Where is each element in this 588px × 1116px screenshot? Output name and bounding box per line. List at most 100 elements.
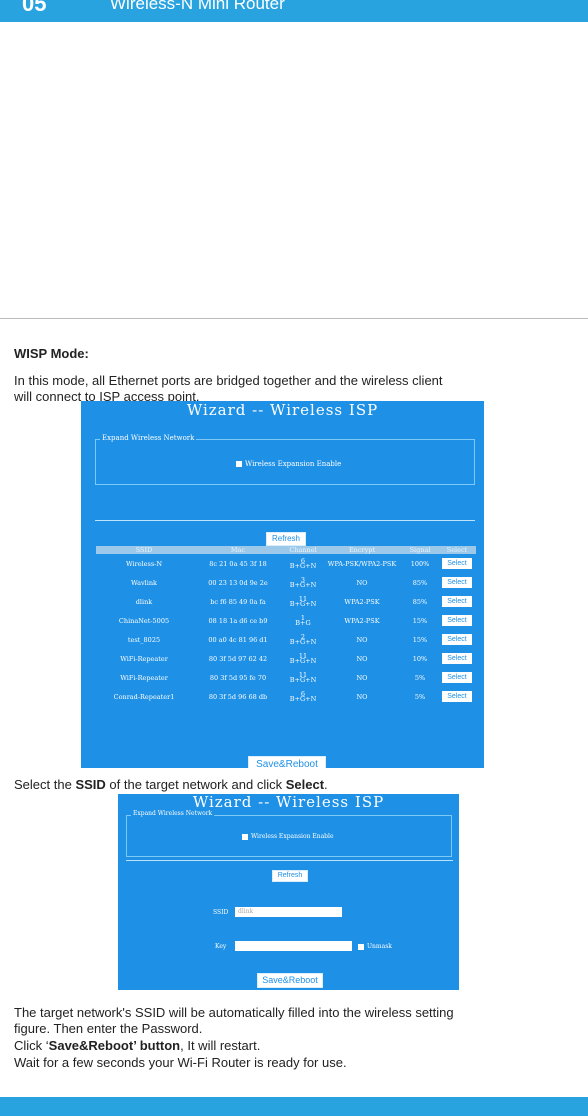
wait-line: Wait for a few seconds your Wi-Fi Router… xyxy=(14,1055,347,1070)
cell-select: Select xyxy=(438,630,476,649)
expansion-enable[interactable]: Wireless Expansion Enable xyxy=(236,460,341,468)
col-encrypt: Encrypt xyxy=(322,546,402,554)
cell-mac: 80 3f 5d 97 62 42 xyxy=(208,654,268,663)
wizard-title: Wizard -- Wireless ISP xyxy=(192,794,385,811)
expand-network-fieldset: Expand Wireless Network Wireless Expansi… xyxy=(126,810,452,857)
cell-select: Select xyxy=(438,592,476,611)
cell-channel: 11 B+G+N xyxy=(284,592,322,611)
header-title: Wireless-N Mini Router xyxy=(110,0,285,13)
network-table: SSID Mac Channel Encrypt Signal Select W… xyxy=(96,546,476,706)
cell-signal: 85% xyxy=(412,578,428,587)
cell-ssid: test_8025 xyxy=(127,635,161,644)
cell-mac: 80 3f 5d 96 68 db xyxy=(208,692,268,701)
unmask-checkbox[interactable] xyxy=(358,943,364,950)
cell-encrypt: NO xyxy=(356,673,368,682)
cell-ssid: WiFi-Repeater xyxy=(120,673,168,682)
expansion-enable[interactable]: Wireless Expansion Enable xyxy=(242,833,334,840)
select-button[interactable]: Select xyxy=(442,558,472,569)
fieldset-legend: Expand Wireless Network xyxy=(100,434,197,442)
table-row: WiFi-Repeater 80 3f 5d 95 fe 70 11 B+G+N NO 5… xyxy=(96,668,476,687)
text-part: Click ‘ xyxy=(14,1038,49,1053)
ssid-label: SSID xyxy=(213,909,229,916)
cell-channel: 11 B+G+N xyxy=(284,649,322,668)
cell-signal: 10% xyxy=(412,654,428,663)
cell-encrypt: NO xyxy=(356,692,368,701)
unmask-toggle[interactable]: Unmask xyxy=(358,943,392,950)
cell-encrypt: WPA-PSK/WPA2-PSK xyxy=(327,559,397,568)
after-line-1: The target network's SSID will be automa… xyxy=(14,1005,454,1020)
cell-channel: 2 B+G+N xyxy=(284,630,322,649)
table-row: Wavlink 00 23 13 0d 9e 2e 3 B+G+N NO 85% Selec… xyxy=(96,573,476,592)
cell-mac: 08 18 1a d6 ce b9 xyxy=(208,616,268,625)
cell-ssid: ChinaNet-5005 xyxy=(118,616,170,625)
cell-ssid: WiFi-Repeater xyxy=(120,654,168,663)
cell-channel: 1 B+G xyxy=(284,611,322,630)
select-button[interactable]: Select xyxy=(442,615,472,626)
table-row: ChinaNet-5005 08 18 1a d6 ce b9 1 B+G WPA2-P… xyxy=(96,611,476,630)
col-signal: Signal xyxy=(402,546,438,554)
bold-ssid: SSID xyxy=(75,777,106,792)
table-row: WiFi-Repeater 80 3f 5d 97 62 42 11 B+G+N NO 1… xyxy=(96,649,476,668)
wizard-screenshot-ssid-form: Wizard -- Wireless ISP Expand Wireless N… xyxy=(118,794,459,990)
channel-band: B+G+N xyxy=(289,637,317,646)
select-instruction: Select the SSID of the target network an… xyxy=(14,776,328,793)
cell-mac: bc f6 85 49 0a fa xyxy=(210,597,266,606)
wizard-title: Wizard -- Wireless ISP xyxy=(186,401,379,419)
enable-label: Wireless Expansion Enable xyxy=(251,833,334,840)
cell-encrypt: WPA2-PSK xyxy=(344,597,380,606)
cell-select: Select xyxy=(438,554,476,573)
channel-band: B+G+N xyxy=(289,561,317,570)
cell-channel: 3 B+G+N xyxy=(284,573,322,592)
channel-band: B+G+N xyxy=(289,599,317,608)
select-button[interactable]: Select xyxy=(442,691,472,702)
wizard-screenshot-scan-list: Wizard -- Wireless ISP Expand Wireless N… xyxy=(81,401,484,768)
save-reboot-button[interactable]: Save&Reboot xyxy=(257,973,323,988)
text-part: . xyxy=(324,777,328,792)
ssid-input[interactable]: dlink xyxy=(235,907,342,917)
page-footer xyxy=(0,1097,588,1116)
after-line-2: figure. Then enter the Password. xyxy=(14,1021,203,1036)
key-input[interactable] xyxy=(235,941,352,951)
enable-checkbox[interactable] xyxy=(236,461,242,467)
select-button[interactable]: Select xyxy=(442,634,472,645)
chapter-number: 05 xyxy=(22,0,47,16)
table-row: Conrad-Repeater1 80 3f 5d 96 68 db 6 B+G+N N… xyxy=(96,687,476,706)
cell-signal: 15% xyxy=(412,616,428,625)
text-part: of the target network and click xyxy=(105,777,286,792)
cell-signal: 100% xyxy=(410,559,430,568)
cell-ssid: Conrad-Repeater1 xyxy=(113,692,175,701)
intro-line-1: In this mode, all Ethernet ports are bri… xyxy=(14,373,443,388)
col-channel: Channel xyxy=(284,546,322,554)
table-row: Wireless-N 8c 21 0a 45 3f 18 6 B+G+N WPA-PSK… xyxy=(96,554,476,573)
cell-select: Select xyxy=(438,668,476,687)
select-button[interactable]: Select xyxy=(442,596,472,607)
unmask-label: Unmask xyxy=(367,943,392,950)
section-heading: WISP Mode: xyxy=(14,346,89,361)
key-label: Key xyxy=(215,943,227,950)
cell-mac: 80 3f 5d 95 fe 70 xyxy=(209,673,267,682)
table-row: test_8025 00 a0 4c 81 96 d1 2 B+G+N NO 15% Sel… xyxy=(96,630,476,649)
save-reboot-button[interactable]: Save&Reboot xyxy=(248,756,326,768)
select-button[interactable]: Select xyxy=(442,672,472,683)
cell-ssid: Wavlink xyxy=(131,578,157,587)
enable-checkbox[interactable] xyxy=(242,833,248,840)
channel-band: B+G+N xyxy=(289,580,317,589)
col-ssid: SSID xyxy=(96,546,192,554)
cell-select: Select xyxy=(438,687,476,706)
cell-mac: 00 23 13 0d 9e 2e xyxy=(208,578,268,587)
channel-band: B+G xyxy=(295,618,311,627)
refresh-button[interactable]: Refresh xyxy=(272,870,308,882)
cell-channel: 6 B+G+N xyxy=(284,687,322,706)
select-button[interactable]: Select xyxy=(442,653,472,664)
cell-signal: 5% xyxy=(414,692,426,701)
col-mac: Mac xyxy=(192,546,284,554)
page-header: 05 Wireless-N Mini Router xyxy=(0,0,588,22)
select-button[interactable]: Select xyxy=(442,577,472,588)
cell-select: Select xyxy=(438,649,476,668)
table-row: dlink bc f6 85 49 0a fa 11 B+G+N WPA2-PSK 85%… xyxy=(96,592,476,611)
expand-network-fieldset: Expand Wireless Network Wireless Expansi… xyxy=(95,434,475,485)
panel-divider xyxy=(95,520,475,521)
channel-band: B+G+N xyxy=(289,675,317,684)
cell-ssid: Wireless-N xyxy=(125,559,163,568)
refresh-button[interactable]: Refresh xyxy=(266,532,306,546)
